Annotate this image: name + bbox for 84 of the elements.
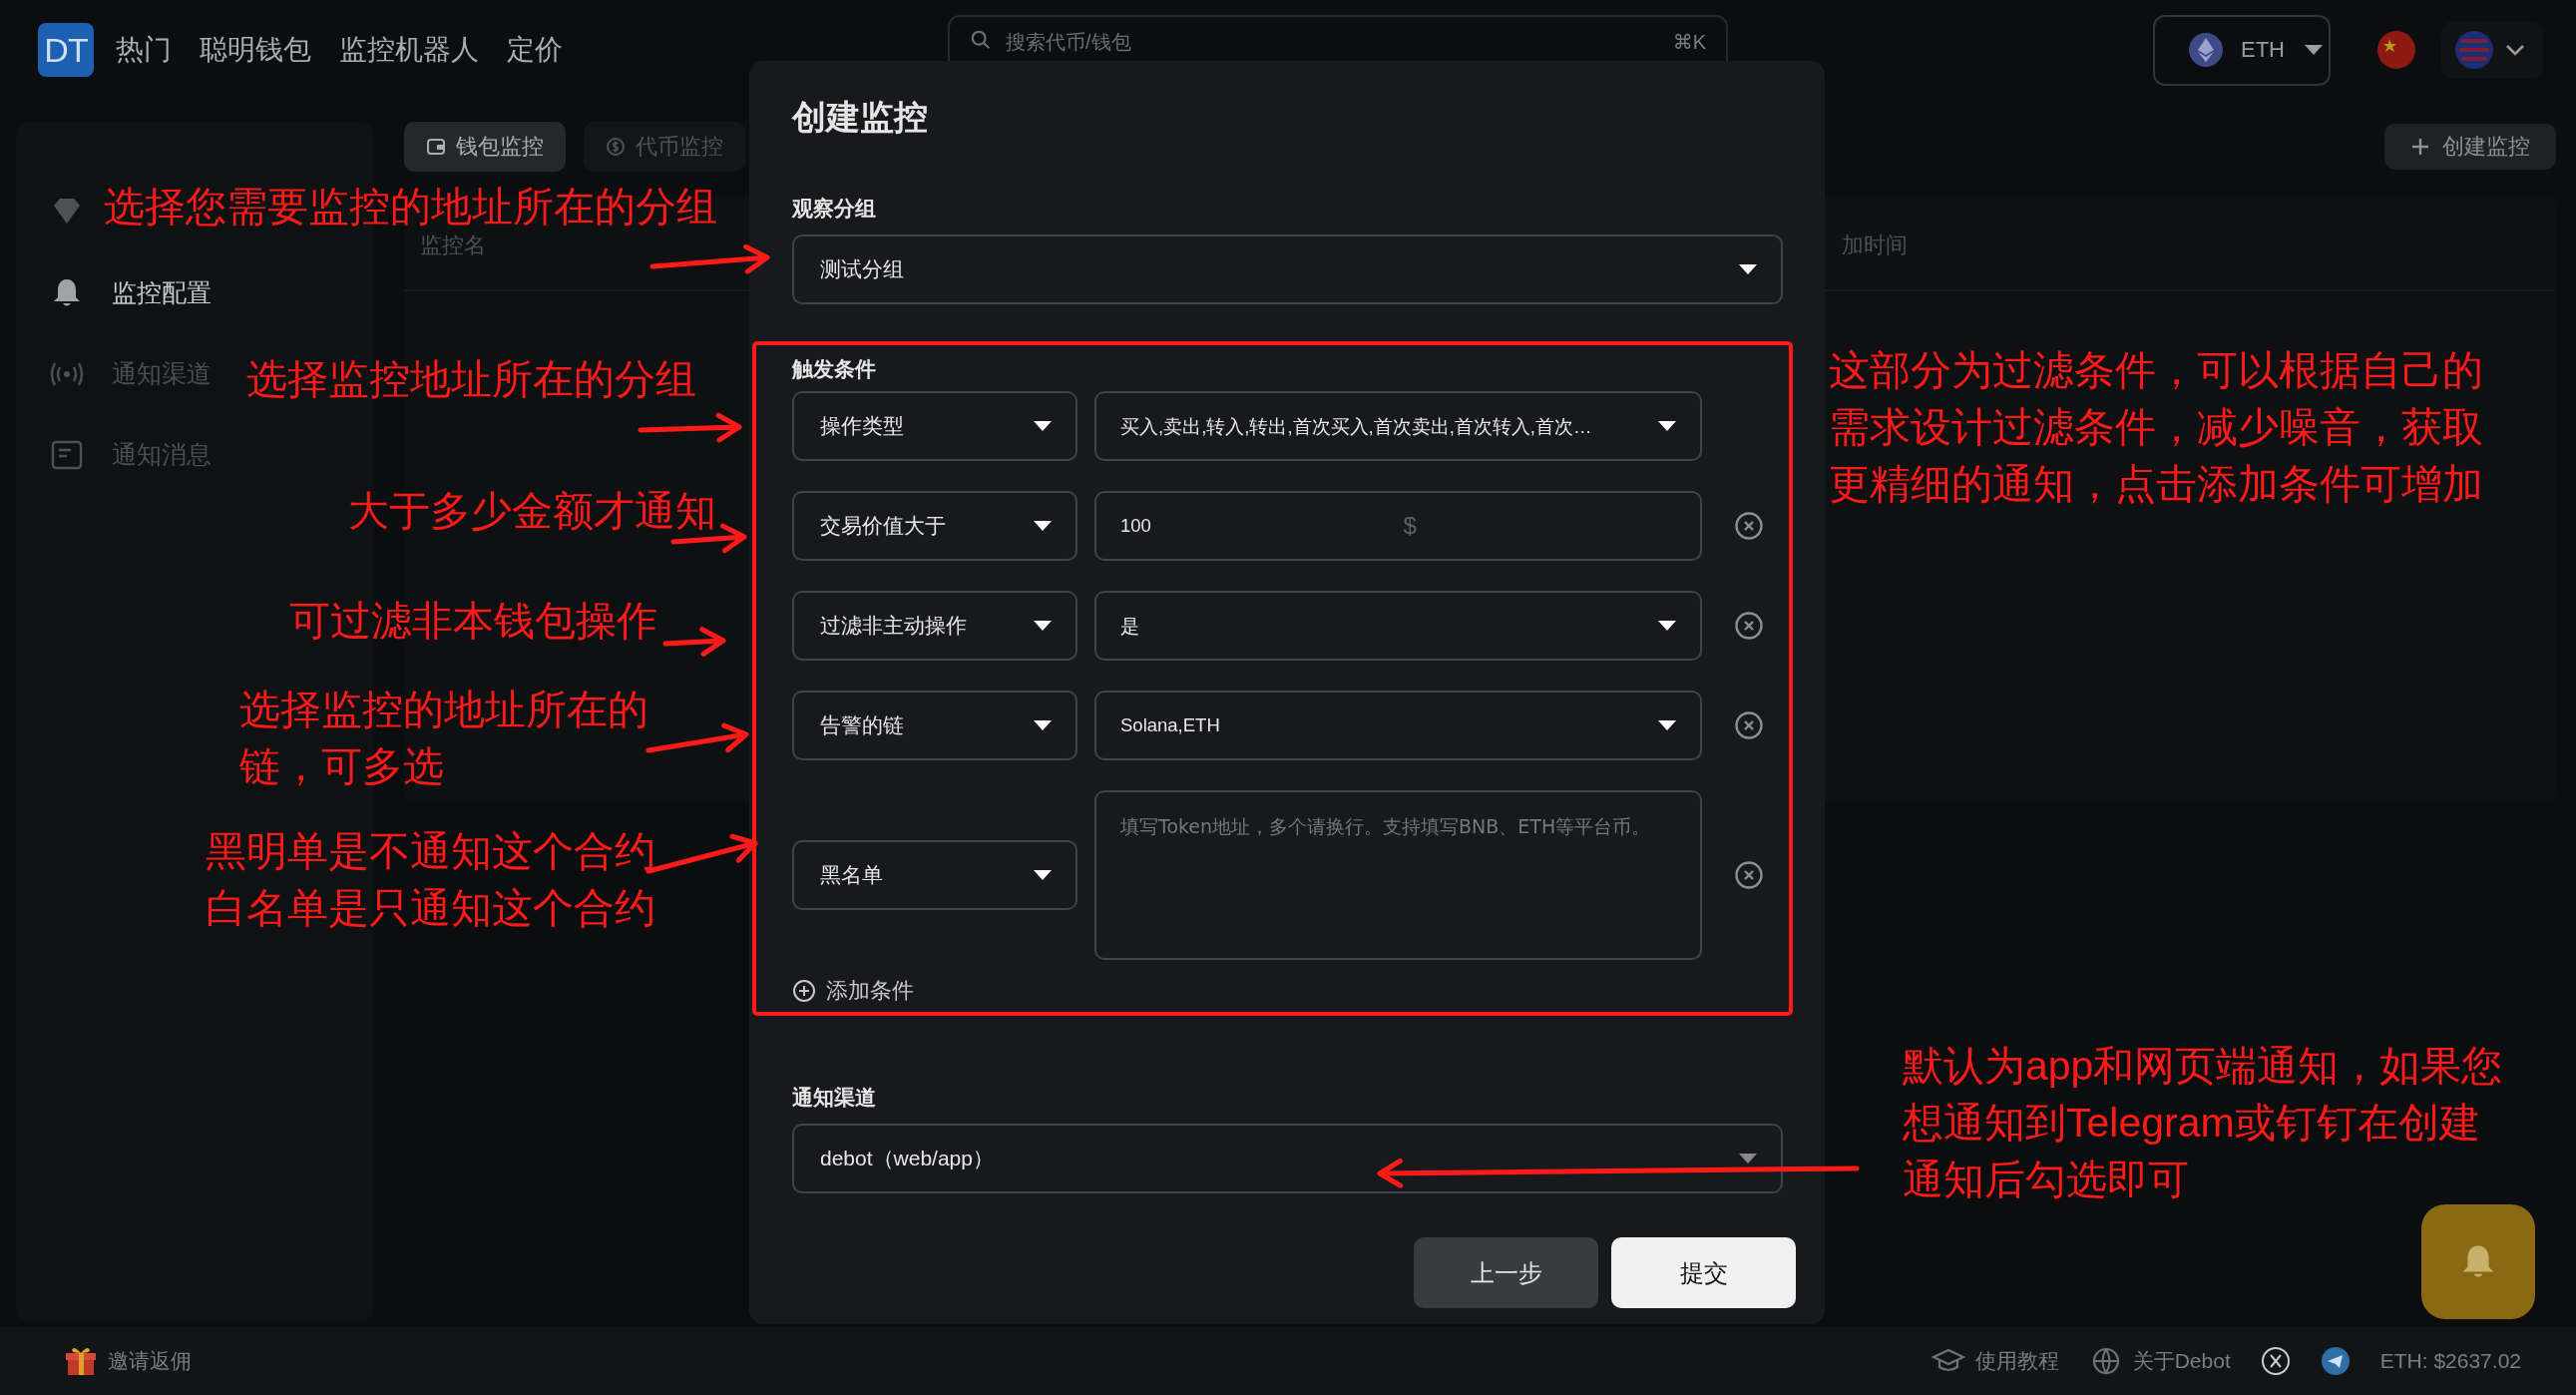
channel-select[interactable]: debot（web/app） — [792, 1124, 1783, 1193]
create-monitor-button[interactable]: 创建监控 — [2384, 124, 2556, 170]
caret-icon — [1656, 619, 1678, 633]
caret-icon — [2303, 43, 2325, 57]
eth-price: ETH: $2637.02 — [2379, 1349, 2521, 1373]
submit-button[interactable]: 提交 — [1611, 1237, 1796, 1308]
annotation-arrow — [662, 627, 726, 657]
annotation-text: 可过滤非本钱包操作 — [289, 598, 657, 644]
condition-value-select[interactable]: Solana,ETH — [1094, 691, 1702, 760]
back-button[interactable]: 上一步 — [1414, 1237, 1598, 1308]
sidebar-item[interactable]: 监控配置 — [16, 252, 219, 333]
condition-type-select[interactable]: 操作类型 — [792, 391, 1077, 461]
address-textarea[interactable]: 填写Token地址，多个请换行。支持填写BNB、ETH等平台币。 — [1094, 790, 1702, 960]
annotation-text: 通知后勾选即可 — [1903, 1157, 2189, 1202]
annotation-text: 需求设计过滤条件，减少噪音，获取 — [1829, 404, 2483, 450]
chevron-down-icon — [2505, 43, 2525, 57]
annotation-text: 白名单是只通知这个合约 — [206, 885, 655, 931]
condition-value-select[interactable]: 买入,卖出,转入,转出,首次买入,首次卖出,首次转入,首次… — [1094, 391, 1702, 461]
annotation-text: 选择监控的地址所在的 — [239, 687, 648, 732]
remove-button[interactable] — [1734, 611, 1764, 641]
close-icon — [1734, 860, 1764, 890]
shortcut-hint: ⌘K — [1672, 30, 1706, 55]
annotation-text: 选择您需要监控的地址所在的分组 — [104, 184, 717, 230]
remove-button[interactable] — [1734, 860, 1764, 890]
annotation-text: 链，可多选 — [239, 743, 444, 789]
close-icon — [1734, 611, 1764, 641]
annotation-text: 大于多少金额才通知 — [348, 488, 716, 534]
nav-link[interactable]: 定价 — [507, 31, 563, 69]
notification-button[interactable] — [2421, 1204, 2535, 1319]
group-select[interactable]: 测试分组 — [792, 234, 1783, 304]
caret-icon — [1737, 262, 1759, 276]
dialog-title: 创建监控 — [792, 97, 929, 137]
caret-icon — [1656, 718, 1678, 732]
ethereum-icon — [2189, 33, 2223, 67]
plus-circle-icon — [792, 979, 816, 1003]
condition-value-select[interactable]: 是 — [1094, 591, 1702, 661]
nav-link[interactable]: 热门 — [116, 31, 172, 69]
caret-icon — [1032, 519, 1054, 533]
field-label: 通知渠道 — [792, 1086, 877, 1110]
search-icon — [970, 29, 992, 51]
logo: DT — [38, 23, 94, 77]
globe-flag-icon — [2455, 31, 2493, 69]
close-icon — [1734, 710, 1764, 740]
dollar-coin-icon — [606, 137, 626, 157]
close-icon — [1734, 511, 1764, 541]
column-header: 监控名 — [420, 232, 486, 259]
annotation-text: 选择监控地址所在的分组 — [246, 356, 696, 402]
caret-icon — [1737, 1152, 1759, 1165]
remove-button[interactable] — [1734, 511, 1764, 541]
condition-type-select[interactable]: 交易价值大于 — [792, 491, 1077, 561]
caret-icon — [1656, 419, 1678, 433]
caret-icon — [1032, 419, 1054, 433]
amount-field[interactable]: 100 $ — [1094, 491, 1702, 561]
field-label: 触发条件 — [792, 357, 877, 381]
caret-icon — [1032, 868, 1054, 882]
nav-link[interactable]: 监控机器人 — [339, 31, 479, 69]
network-selector[interactable]: ETH — [2153, 14, 2331, 86]
caret-icon — [1032, 718, 1054, 732]
annotation-text: 想通知到Telegram或钉钉在创建 — [1903, 1100, 2480, 1146]
wallet-icon — [426, 137, 446, 157]
condition-type-select[interactable]: 告警的链 — [792, 691, 1077, 760]
caret-icon — [1032, 619, 1054, 633]
tab[interactable]: 钱包监控 — [404, 122, 566, 172]
add-condition-button[interactable]: 添加条件 — [792, 976, 914, 1006]
condition-type-select[interactable]: 过滤非主动操作 — [792, 591, 1077, 661]
field-label: 观察分组 — [792, 197, 877, 221]
plus-icon — [2410, 137, 2430, 157]
x-circle-icon — [2260, 1346, 2291, 1376]
condition-type-select[interactable]: 黑名单 — [792, 840, 1077, 910]
flag-icon — [2377, 31, 2415, 69]
annotation-text: 更精细的通知，点击添加条件可增加 — [1829, 461, 2483, 507]
column-header: 加时间 — [1842, 232, 1908, 259]
annotation-text: 默认为app和网页端通知，如果您 — [1903, 1043, 2503, 1089]
search-input[interactable]: 搜索代币/钱包 — [1006, 29, 1659, 55]
footer-link[interactable]: 使用教程 — [1974, 1347, 2059, 1375]
annotation-text: 黑明单是不通知这个合约 — [206, 828, 655, 874]
currency-suffix: $ — [1403, 512, 1418, 540]
nav-link[interactable]: 聪明钱包 — [200, 31, 311, 69]
annotation-text: 这部分为过滤条件，可以根据自己的 — [1829, 347, 2483, 393]
footer-link[interactable]: 关于Debot — [2132, 1347, 2231, 1375]
amount-input[interactable]: 100 — [1120, 515, 1396, 537]
remove-button[interactable] — [1734, 710, 1764, 740]
invite-link[interactable]: 邀请返佣 — [108, 1347, 192, 1375]
paper-plane-icon — [2320, 1346, 2351, 1376]
